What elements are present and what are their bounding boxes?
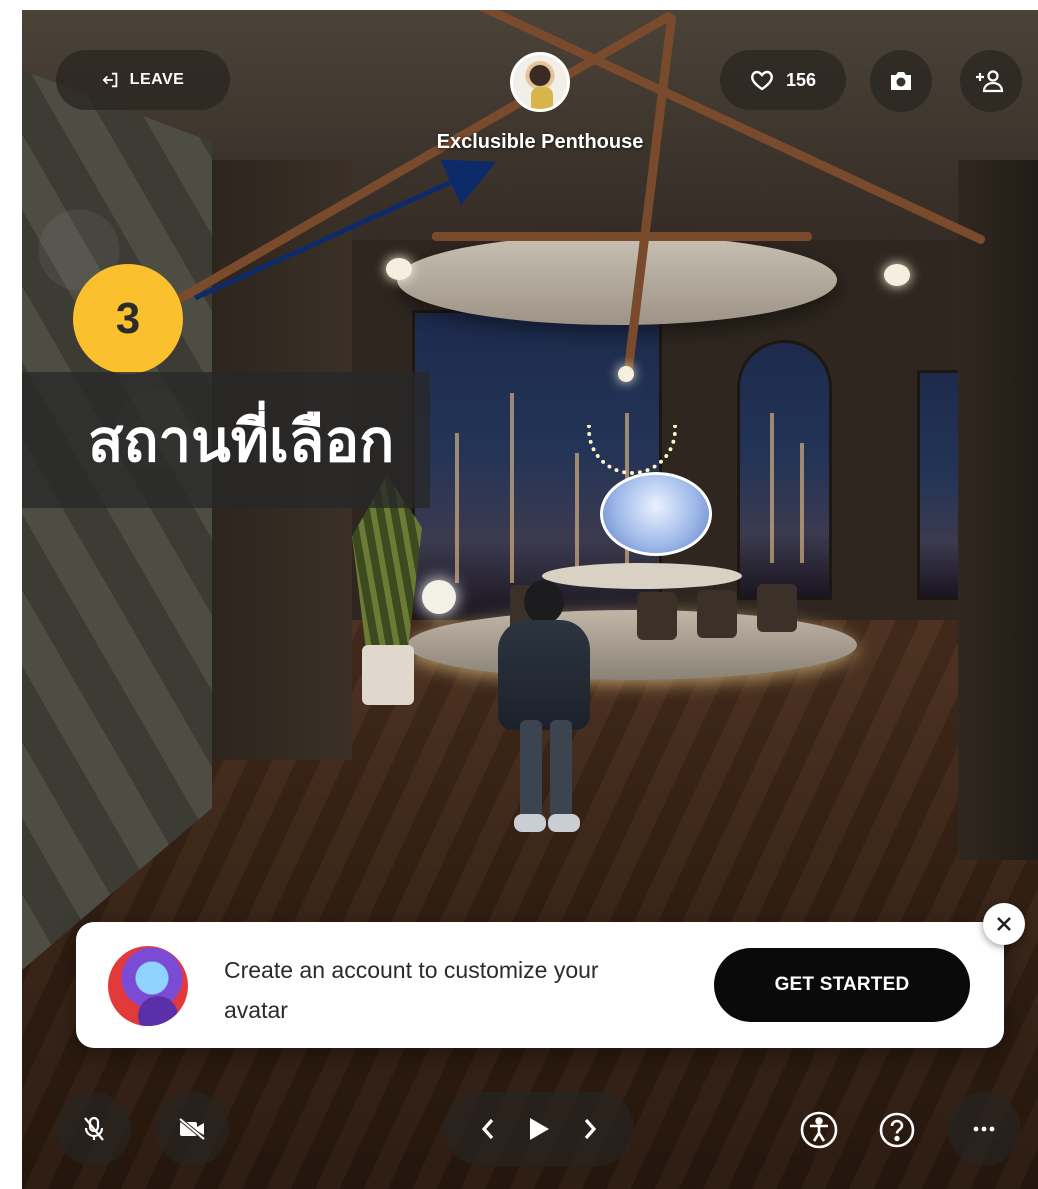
more-icon (973, 1126, 995, 1132)
play-icon[interactable] (519, 1109, 559, 1149)
plant-pot (362, 645, 414, 705)
get-started-button[interactable]: GET STARTED (714, 948, 970, 1022)
ceiling-beam (432, 232, 812, 241)
add-person-icon (976, 70, 1004, 93)
player-avatar (490, 580, 600, 840)
like-button[interactable]: 156 (720, 50, 846, 110)
video-toggle[interactable] (155, 1092, 229, 1166)
likes-count: 156 (785, 69, 817, 90)
spot-light (618, 366, 634, 382)
callout-text: สถานที่เลือก (88, 406, 395, 475)
right-wall (958, 160, 1038, 860)
host-avatar[interactable] (510, 52, 570, 112)
camera-icon (891, 72, 911, 90)
avatar-preview (108, 946, 188, 1026)
accessibility-icon (800, 1111, 838, 1149)
accessibility-button[interactable] (797, 1108, 841, 1152)
close-icon (997, 917, 1011, 931)
toast-message: Create an account to customize your avat… (224, 957, 599, 1023)
mic-muted-icon (84, 1116, 104, 1141)
chevron-left-icon[interactable] (468, 1109, 508, 1149)
spot-light (386, 258, 412, 280)
video-off-icon (178, 1118, 206, 1140)
leave-icon (102, 72, 117, 88)
screenshot-button[interactable] (870, 50, 932, 112)
floor-lamp (422, 580, 456, 614)
create-account-toast: Create an account to customize your avat… (76, 922, 1004, 1048)
heart-icon (751, 70, 773, 91)
chair (697, 590, 737, 638)
invite-button[interactable] (960, 50, 1022, 112)
chair (757, 584, 797, 632)
portal-orb[interactable] (600, 472, 712, 556)
chevron-right-icon[interactable] (570, 1109, 610, 1149)
help-button[interactable] (875, 1108, 919, 1152)
chair (637, 592, 677, 640)
ceiling-light-disc (397, 235, 837, 325)
spot-light (884, 264, 910, 286)
leave-button[interactable]: LEAVE (56, 50, 230, 110)
navigation-controls (444, 1092, 634, 1166)
close-toast-button[interactable] (983, 903, 1025, 945)
more-options-button[interactable] (947, 1092, 1021, 1166)
help-icon (879, 1112, 915, 1148)
space-title: Exclusible Penthouse (436, 131, 644, 153)
arched-window (737, 340, 832, 600)
callout-box: สถานที่เลือก (22, 372, 430, 508)
microphone-toggle[interactable] (57, 1092, 131, 1166)
leave-label: LEAVE (129, 71, 185, 88)
step-number-badge: 3 (73, 264, 183, 374)
